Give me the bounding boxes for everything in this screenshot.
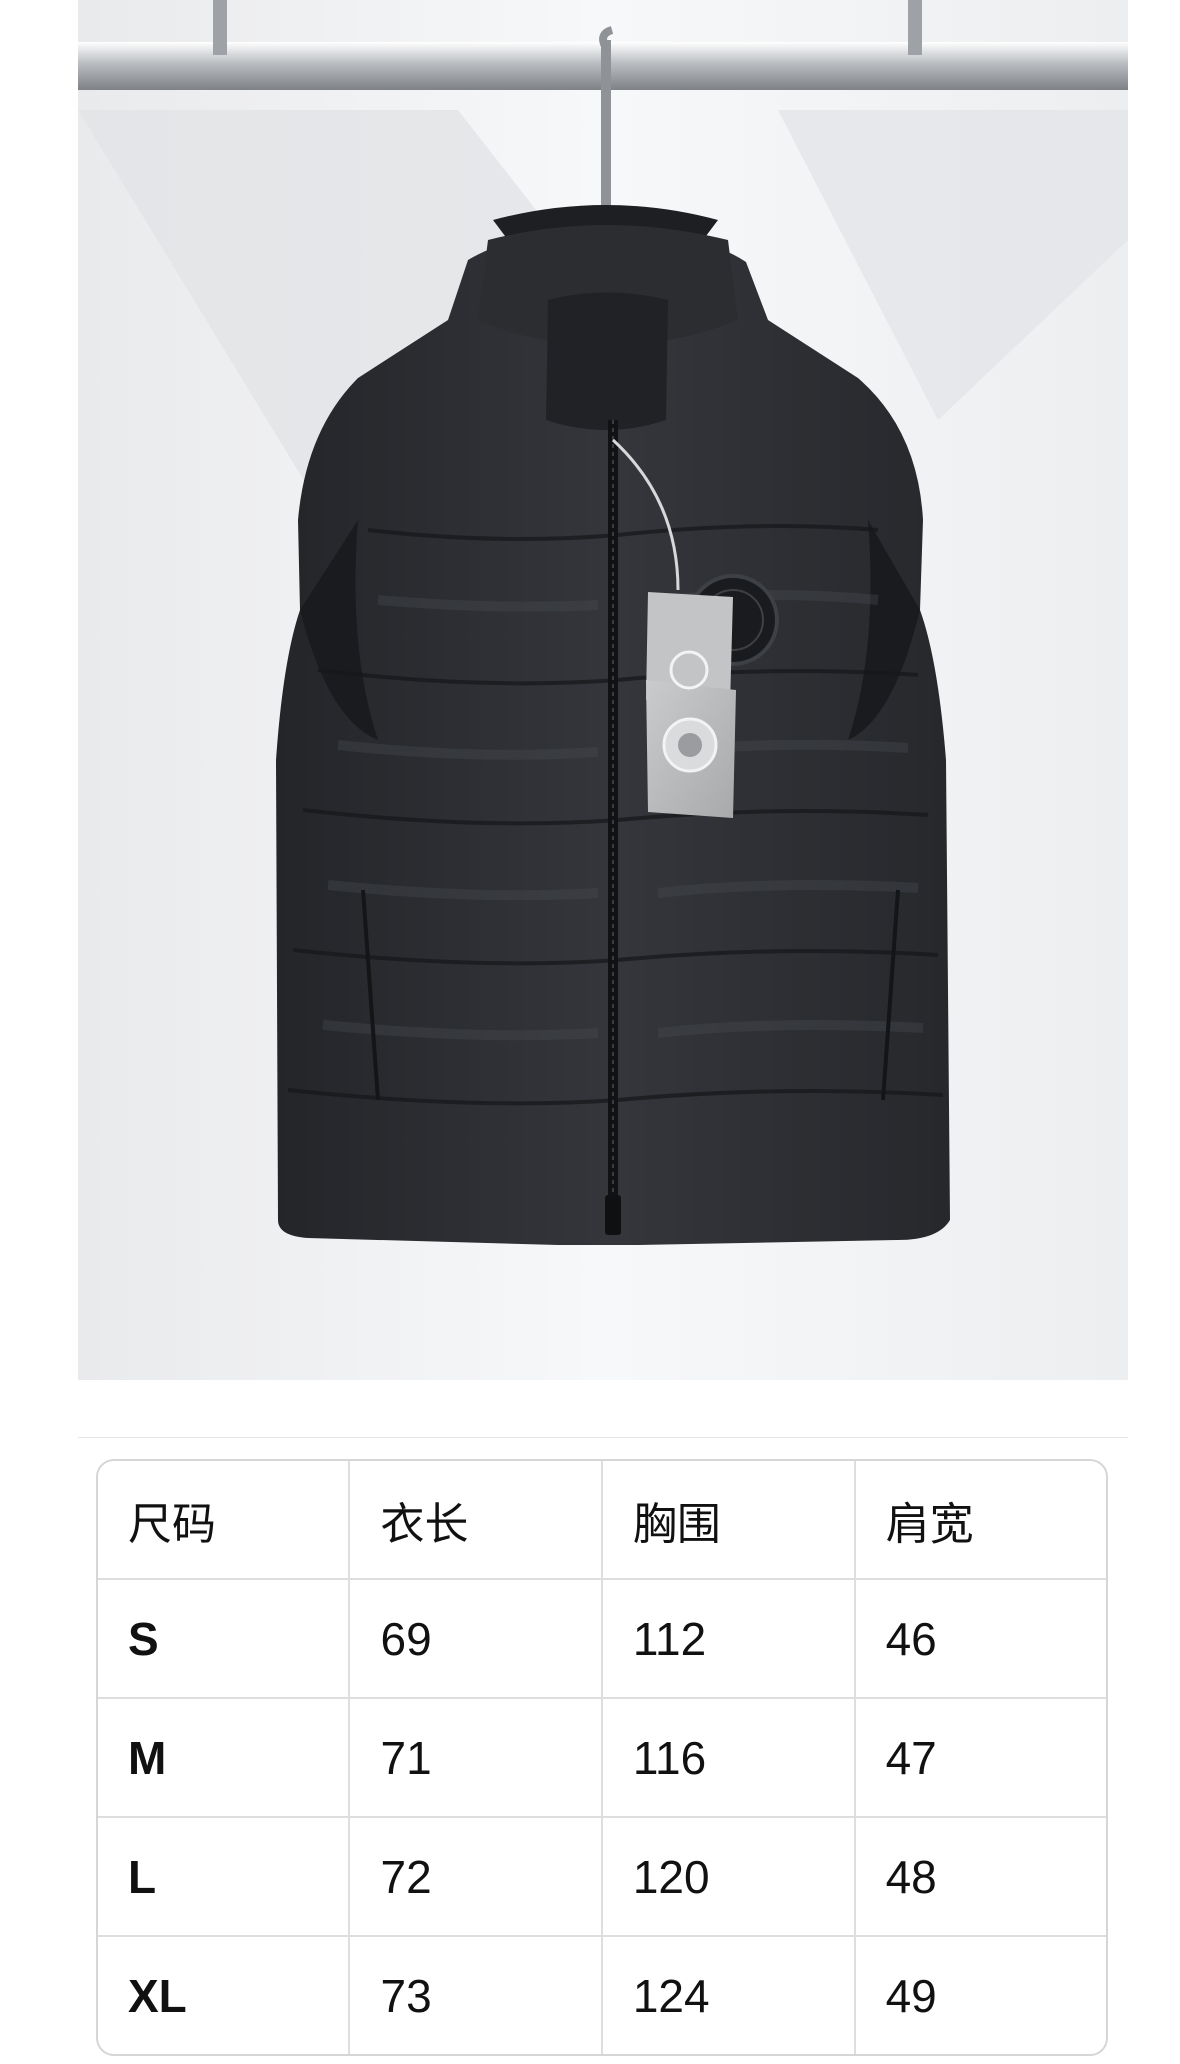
chest-cell: 124: [603, 1937, 856, 2054]
table-header-row: 尺码 衣长 胸围 肩宽: [98, 1461, 1106, 1580]
size-cell: XL: [98, 1937, 351, 2054]
product-photo: [78, 0, 1128, 1380]
length-cell: 72: [350, 1818, 603, 1937]
zipper-pull: [605, 1195, 621, 1235]
header-length: 衣长: [350, 1461, 603, 1580]
table-row: L 72 120 48: [98, 1818, 1106, 1937]
page: 尺码 衣长 胸围 肩宽 S 69 112 46 M 71 116 47 L 72…: [0, 0, 1180, 2064]
table-row: M 71 116 47: [98, 1699, 1106, 1818]
table-row: XL 73 124 49: [98, 1937, 1106, 2054]
shoulder-cell: 48: [855, 1818, 1106, 1937]
size-cell: M: [98, 1699, 351, 1818]
shoulder-cell: 46: [855, 1580, 1106, 1699]
chest-cell: 116: [602, 1699, 856, 1818]
vest-collar-inner: [546, 292, 668, 430]
chest-cell: 112: [602, 1580, 856, 1699]
header-chest: 胸围: [602, 1461, 856, 1580]
size-cell: L: [98, 1818, 351, 1937]
chest-cell: 120: [602, 1818, 856, 1937]
shoulder-cell: 49: [885, 1969, 937, 2022]
length-cell: 71: [350, 1699, 603, 1818]
rail-bracket: [213, 0, 227, 55]
shoulder-cell: 47: [855, 1699, 1106, 1818]
header-shoulder: 肩宽: [855, 1461, 1106, 1580]
length-cell: 73: [350, 1937, 603, 2054]
length-cell: 69: [350, 1580, 603, 1699]
size-cell: S: [98, 1580, 351, 1699]
header-size: 尺码: [98, 1461, 351, 1580]
tag-logo-center: [678, 733, 702, 757]
size-chart-table: 尺码 衣长 胸围 肩宽 S 69 112 46 M 71 116 47 L 72…: [96, 1459, 1108, 2056]
table-row: S 69 112 46: [98, 1580, 1106, 1699]
rail-bracket: [908, 0, 922, 55]
